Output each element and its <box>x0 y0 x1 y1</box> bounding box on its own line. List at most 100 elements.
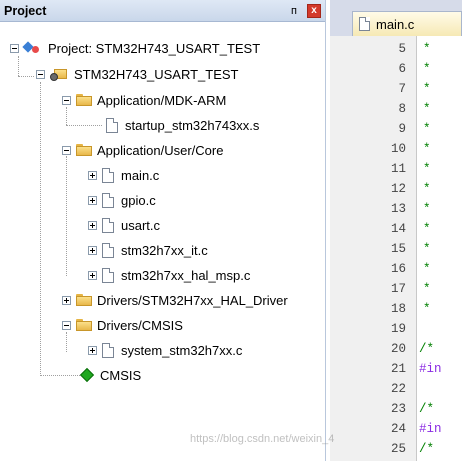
collapse-toggle[interactable] <box>62 320 71 330</box>
tree-item-project[interactable]: Project: STM32H743_USART_TEST <box>10 36 260 60</box>
tree-item-label: Drivers/CMSIS <box>97 317 183 333</box>
tree-item-label: system_stm32h7xx.c <box>121 342 243 358</box>
project-panel: Project ᴨ x Project: STM32H743_USART_TES… <box>0 0 326 461</box>
expand-toggle[interactable] <box>88 170 97 180</box>
tree-guide <box>66 156 67 276</box>
tree-item-label: Project: STM32H743_USART_TEST <box>48 40 261 56</box>
target-icon <box>50 68 68 81</box>
file-icon <box>359 17 370 31</box>
tab-main-c[interactable]: main.c <box>352 11 462 36</box>
code-line: /* <box>419 402 435 416</box>
file-icon <box>106 117 118 133</box>
tree-file[interactable]: stm32h7xx_hal_msp.c <box>88 263 250 287</box>
code-line: * <box>423 102 431 116</box>
code-line: * <box>423 62 431 76</box>
code-line: * <box>423 42 431 56</box>
tree-item-label: CMSIS <box>100 367 142 383</box>
code-line: #in <box>419 422 442 436</box>
code-line: * <box>423 122 431 136</box>
file-icon <box>102 242 114 258</box>
collapse-toggle[interactable] <box>62 145 71 155</box>
watermark: https://blog.csdn.net/weixin_4 <box>190 433 335 445</box>
tree-group[interactable]: Drivers/STM32H7xx_HAL_Driver <box>62 288 288 312</box>
folder-icon <box>76 144 92 156</box>
expand-toggle[interactable] <box>88 245 97 255</box>
expand-toggle[interactable] <box>88 270 97 280</box>
line-number: 18 <box>390 302 406 316</box>
code-line: * <box>423 282 431 296</box>
tree-item-label: STM32H743_USART_TEST <box>74 66 239 82</box>
code-line: #in <box>419 362 442 376</box>
tree-file[interactable]: system_stm32h7xx.c <box>88 338 242 362</box>
panel-header: Project ᴨ x <box>0 0 325 22</box>
tree-group[interactable]: Application/MDK-ARM <box>62 88 226 112</box>
tree-group[interactable]: Drivers/CMSIS <box>62 313 183 337</box>
line-number: 8 <box>398 102 406 116</box>
tree-group[interactable]: Application/User/Core <box>62 138 223 162</box>
expand-toggle[interactable] <box>88 195 97 205</box>
tree-file[interactable]: usart.c <box>88 213 160 237</box>
code-line: * <box>423 82 431 96</box>
code-line: * <box>423 162 431 176</box>
file-icon <box>102 342 114 358</box>
folder-icon <box>76 94 92 106</box>
line-number: 5 <box>398 42 406 56</box>
expand-toggle[interactable] <box>88 220 97 230</box>
tree-item-label: Application/User/Core <box>97 142 224 158</box>
code-line: * <box>423 262 431 276</box>
component-icon <box>80 368 94 382</box>
line-number: 7 <box>398 82 406 96</box>
code-line: * <box>423 202 431 216</box>
code-area[interactable]: * * * * * * * * * * * * * * /* #in /* #in /* <box>416 36 462 461</box>
tree-item-label: stm32h7xx_hal_msp.c <box>121 267 251 283</box>
code-line: * <box>423 242 431 256</box>
project-icon <box>24 41 42 55</box>
tree-file[interactable]: startup_stm32h743xx.s <box>106 113 259 137</box>
line-number: 22 <box>390 382 406 396</box>
file-icon <box>102 167 114 183</box>
tree-file[interactable]: main.c <box>88 163 159 187</box>
line-number: 10 <box>390 142 406 156</box>
tree-file[interactable]: gpio.c <box>88 188 156 212</box>
line-number: 6 <box>398 62 406 76</box>
folder-icon <box>76 319 92 331</box>
tree-guide <box>66 125 102 126</box>
tree-item-target[interactable]: STM32H743_USART_TEST <box>36 62 239 86</box>
tree-item-label: Application/MDK-ARM <box>97 92 227 108</box>
panel-title: Project <box>4 3 47 18</box>
line-number: 14 <box>390 222 406 236</box>
tree-file[interactable]: stm32h7xx_it.c <box>88 238 208 262</box>
line-number: 25 <box>390 442 406 456</box>
expand-toggle[interactable] <box>88 345 97 355</box>
code-line: * <box>423 302 431 316</box>
line-number: 11 <box>390 162 406 176</box>
line-number: 13 <box>390 202 406 216</box>
code-line: /* <box>419 342 435 356</box>
collapse-toggle[interactable] <box>62 95 71 105</box>
line-number: 17 <box>390 282 406 296</box>
code-line: * <box>423 222 431 236</box>
expand-toggle[interactable] <box>62 295 71 305</box>
close-button[interactable]: x <box>307 3 321 18</box>
line-number: 24 <box>390 422 406 436</box>
file-icon <box>102 217 114 233</box>
tree-item-label: gpio.c <box>121 192 156 208</box>
line-number: 9 <box>398 122 406 136</box>
collapse-toggle[interactable] <box>10 43 19 53</box>
pin-icon[interactable]: ᴨ <box>287 4 301 18</box>
tree-guide <box>40 375 80 376</box>
tree-item-cmsis[interactable]: CMSIS <box>80 363 141 387</box>
line-number: 21 <box>390 362 406 376</box>
line-number: 12 <box>390 182 406 196</box>
file-icon <box>102 267 114 283</box>
code-editor[interactable]: main.c 5 6 7 8 9 10 11 12 13 14 15 16 17 18 19 20 21 22 23… <box>330 0 462 461</box>
tree-item-label: usart.c <box>121 217 161 233</box>
folder-icon <box>76 294 92 306</box>
line-number: 16 <box>390 262 406 276</box>
tree-item-label: startup_stm32h743xx.s <box>125 117 260 133</box>
collapse-toggle[interactable] <box>36 69 45 79</box>
line-number-gutter: 5 6 7 8 9 10 11 12 13 14 15 16 17 18 19 20 21 22 23 24 25 <box>330 36 416 461</box>
line-number: 15 <box>390 242 406 256</box>
code-line: * <box>423 182 431 196</box>
code-line: /* <box>419 442 435 456</box>
